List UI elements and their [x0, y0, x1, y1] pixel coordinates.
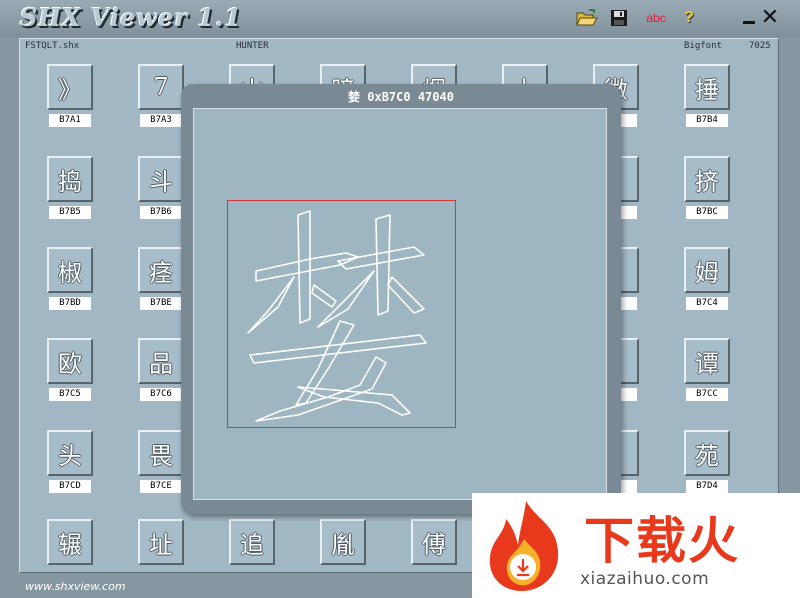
minimize-button[interactable]: [742, 8, 756, 28]
glyph-button[interactable]: 椒: [47, 247, 93, 293]
glyph-button[interactable]: 》: [47, 64, 93, 110]
glyph-button[interactable]: 捣: [47, 156, 93, 202]
glyph-code-label: B7CE: [140, 480, 182, 493]
preview-canvas: [193, 108, 607, 500]
abc-label: abc: [646, 11, 666, 25]
popup-title: 婪 0xB7C0 47040: [348, 90, 454, 104]
large-glyph-outline: [247, 210, 427, 422]
glyph-button[interactable]: 头: [47, 430, 93, 476]
close-button[interactable]: ✕: [760, 7, 780, 29]
font-type: Bigfont: [684, 41, 722, 51]
save-disk-icon[interactable]: [608, 8, 630, 28]
glyph-code-label: B7C5: [49, 388, 91, 401]
glyph-bounding-box: [227, 200, 456, 428]
app-window: SHX Viewer 1.1 abc ? ✕ FSTQLT.shx HUNTER…: [0, 0, 800, 598]
glyph-button[interactable]: 欧: [47, 338, 93, 384]
glyph-button[interactable]: 斗: [138, 156, 184, 202]
glyph-code-label: B7B4: [686, 114, 728, 127]
glyph-button[interactable]: 挤: [684, 156, 730, 202]
glyph-code-label: B7BC: [686, 206, 728, 219]
file-name: FSTQLT.shx: [25, 41, 80, 51]
watermark-logo: 下载火 xiazaihuo.com: [472, 493, 800, 598]
open-folder-icon[interactable]: [576, 8, 598, 28]
glyph-code-label: B7B5: [49, 206, 91, 219]
app-title: SHX Viewer 1.1: [20, 3, 243, 32]
website-url[interactable]: www.shxview.com: [25, 580, 126, 593]
glyph-button[interactable]: 畏: [138, 430, 184, 476]
glyph-button[interactable]: 7: [138, 64, 184, 110]
glyph-button[interactable]: 苑: [684, 430, 730, 476]
watermark-brand: 下载火: [584, 512, 740, 570]
help-label: ?: [684, 9, 694, 26]
glyph-code-label: B7A3: [140, 114, 182, 127]
glyph-code-label: B7B6: [140, 206, 182, 219]
glyph-button[interactable]: 胤: [320, 519, 366, 565]
glyph-button[interactable]: 痉: [138, 247, 184, 293]
abc-text-icon[interactable]: abc: [642, 8, 670, 28]
glyph-preview-popup: 婪 0xB7C0 47040: [181, 84, 621, 514]
glyph-count: 7025: [749, 41, 771, 51]
glyph-button[interactable]: 追: [229, 519, 275, 565]
glyph-button[interactable]: 品: [138, 338, 184, 384]
glyph-code-label: B7D4: [686, 480, 728, 493]
glyph-code-label: B7BD: [49, 297, 91, 310]
glyph-code-label: B7CC: [686, 388, 728, 401]
font-author: HUNTER: [236, 41, 269, 51]
flame-logo-icon: [489, 501, 559, 591]
glyph-button[interactable]: 谭: [684, 338, 730, 384]
help-question-icon[interactable]: ?: [678, 8, 700, 28]
glyph-code-label: B7C4: [686, 297, 728, 310]
watermark-domain: xiazaihuo.com: [580, 569, 710, 589]
glyph-code-label: B7A1: [49, 114, 91, 127]
glyph-code-label: B7C6: [140, 388, 182, 401]
glyph-button[interactable]: 址: [138, 519, 184, 565]
glyph-button[interactable]: 辗: [47, 519, 93, 565]
glyph-button[interactable]: 捶: [684, 64, 730, 110]
glyph-code-label: B7CD: [49, 480, 91, 493]
title-bar[interactable]: SHX Viewer 1.1 abc ? ✕: [0, 0, 800, 38]
glyph-code-label: B7BE: [140, 297, 182, 310]
glyph-button[interactable]: 傅: [411, 519, 457, 565]
glyph-button[interactable]: 姆: [684, 247, 730, 293]
